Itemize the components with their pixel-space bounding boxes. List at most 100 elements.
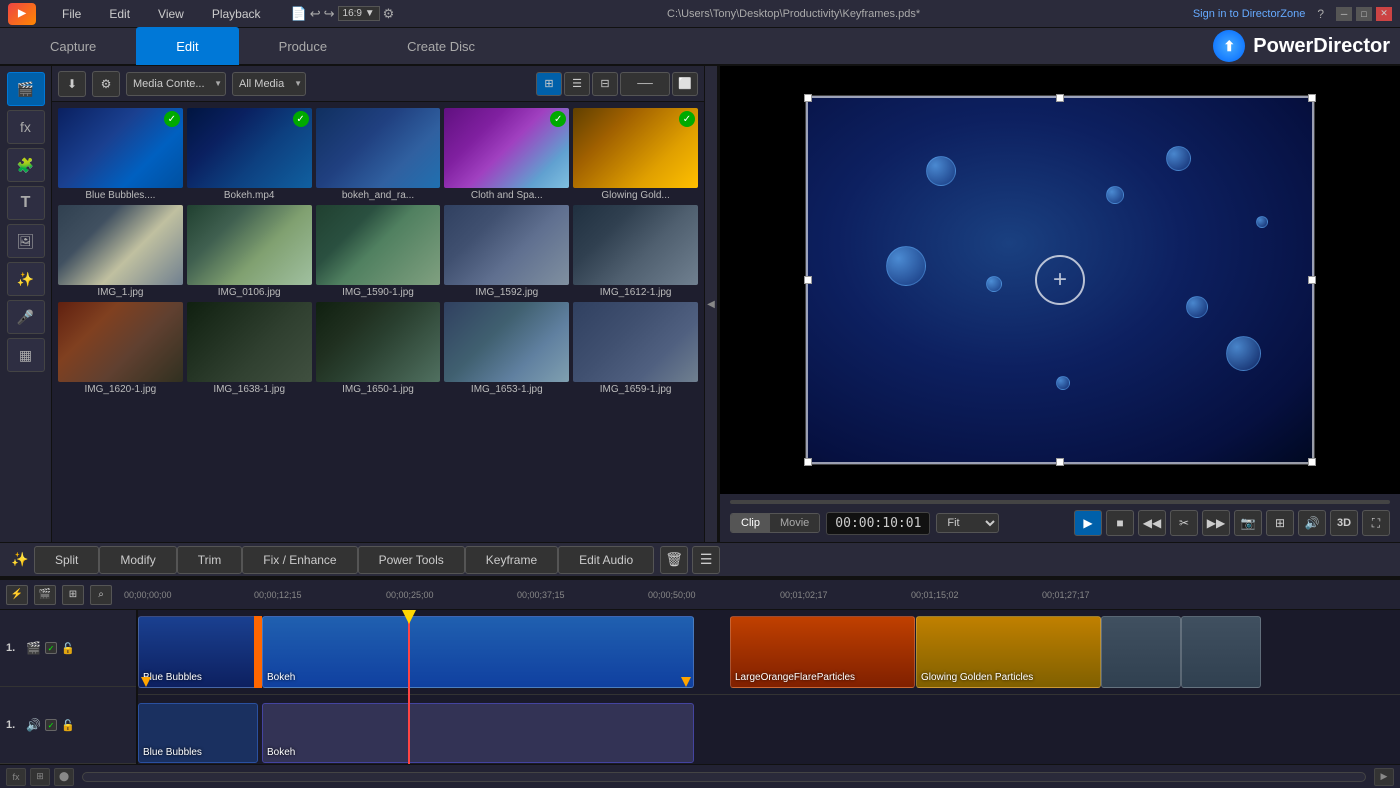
menu-playback[interactable]: Playback bbox=[206, 5, 267, 23]
crop-handle-bl[interactable] bbox=[804, 458, 812, 466]
prev-frame-button[interactable]: ◀◀ bbox=[1138, 510, 1166, 536]
crop-handle-mr[interactable] bbox=[1308, 276, 1316, 284]
filter-dropdown[interactable]: All Media bbox=[232, 72, 306, 96]
modify-button[interactable]: Modify bbox=[99, 546, 176, 574]
media-item-11[interactable]: IMG_1638-1.jpg bbox=[187, 302, 312, 395]
settings-icon[interactable]: ⚙ bbox=[383, 6, 395, 22]
clip-bokeh-right-marker[interactable] bbox=[681, 677, 691, 687]
track-1-lock-icon[interactable]: 🔓 bbox=[61, 642, 75, 655]
slideshow-room-button[interactable]: ▦ bbox=[7, 338, 45, 372]
media-item-5[interactable]: IMG_1.jpg bbox=[58, 205, 183, 298]
media-item-10[interactable]: IMG_1620-1.jpg bbox=[58, 302, 183, 395]
timeline-add-track-button[interactable]: ⊞ bbox=[30, 768, 50, 786]
preview-progress-bar[interactable] bbox=[730, 500, 1390, 504]
undo-icon[interactable]: ↩ bbox=[310, 6, 321, 22]
crop-handle-bm[interactable] bbox=[1056, 458, 1064, 466]
delete-button[interactable]: 🗑 bbox=[660, 546, 688, 574]
import-media-button[interactable]: ⬇ bbox=[58, 71, 86, 97]
crop-handle-tm[interactable] bbox=[1056, 94, 1064, 102]
stop-button[interactable]: ■ bbox=[1106, 510, 1134, 536]
audio-track-1-lock-icon[interactable]: 🔓 bbox=[61, 719, 75, 732]
timeline-tracks[interactable]: Blue Bubbles Bokeh LargeOrangeFlareParti… bbox=[138, 610, 1400, 764]
timeline-view-icon[interactable]: 🎬 bbox=[34, 585, 56, 605]
minimize-button[interactable]: ─ bbox=[1336, 7, 1352, 21]
crop-handle-ml[interactable] bbox=[804, 276, 812, 284]
media-item-1[interactable]: ✓ Bokeh.mp4 bbox=[187, 108, 312, 201]
play-button[interactable]: ▶ bbox=[1074, 510, 1102, 536]
power-tools-button[interactable]: Power Tools bbox=[358, 546, 465, 574]
new-project-icon[interactable]: 📄 bbox=[291, 6, 307, 22]
tab-produce[interactable]: Produce bbox=[239, 27, 367, 65]
particle-room-button[interactable]: ✨ bbox=[7, 262, 45, 296]
title-room-button[interactable]: T bbox=[7, 186, 45, 220]
fit-select[interactable]: Fit 100% 75% 50% bbox=[936, 513, 999, 533]
transitions-room-button[interactable]: 🧩 bbox=[7, 148, 45, 182]
timeline-snap-icon[interactable]: ⊞ bbox=[62, 585, 84, 605]
audio-track-1-visible-checkbox[interactable]: ✓ bbox=[45, 719, 57, 731]
menu-file[interactable]: File bbox=[56, 5, 87, 23]
split-button[interactable]: Split bbox=[34, 546, 99, 574]
grid-view-button[interactable]: ⊞ bbox=[536, 72, 562, 96]
timeline-scrollbar-track[interactable] bbox=[82, 772, 1366, 782]
media-item-4[interactable]: ✓ Glowing Gold... bbox=[573, 108, 698, 201]
snapshot-button[interactable]: 📷 bbox=[1234, 510, 1262, 536]
tab-capture[interactable]: Capture bbox=[10, 27, 136, 65]
crop-center-handle[interactable]: + bbox=[1035, 255, 1085, 305]
media-item-13[interactable]: IMG_1653-1.jpg bbox=[444, 302, 569, 395]
output-button[interactable]: ⊞ bbox=[1266, 510, 1294, 536]
menu-view[interactable]: View bbox=[152, 5, 190, 23]
media-item-9[interactable]: IMG_1612-1.jpg bbox=[573, 205, 698, 298]
media-item-0[interactable]: ✓ Blue Bubbles.... bbox=[58, 108, 183, 201]
media-room-button[interactable]: 🎬 bbox=[7, 72, 45, 106]
trim-button[interactable]: Trim bbox=[177, 546, 243, 574]
list-view-toggle-button[interactable]: ☰ bbox=[692, 546, 720, 574]
track-1-visible-checkbox[interactable]: ✓ bbox=[45, 642, 57, 654]
redo-icon[interactable]: ↪ bbox=[324, 6, 335, 22]
media-item-6[interactable]: IMG_0106.jpg bbox=[187, 205, 312, 298]
tab-create-disc[interactable]: Create Disc bbox=[367, 27, 515, 65]
3d-button[interactable]: 3D bbox=[1330, 510, 1358, 536]
crop-handle-tl[interactable] bbox=[804, 94, 812, 102]
timeline-scroll-right-button[interactable]: ▶ bbox=[1374, 768, 1394, 786]
aspect-ratio-dropdown[interactable]: 16:9 ▼ bbox=[338, 6, 380, 21]
audio-clip-blue-bubbles[interactable]: Blue Bubbles bbox=[138, 703, 258, 763]
media-item-2[interactable]: bokeh_and_ra... bbox=[316, 108, 441, 201]
timeline-zoom-icon[interactable]: ⌕ bbox=[90, 585, 112, 605]
clip-golden-particles[interactable]: Glowing Golden Particles bbox=[916, 616, 1101, 688]
media-item-8[interactable]: IMG_1592.jpg bbox=[444, 205, 569, 298]
restore-button[interactable]: □ bbox=[1356, 7, 1372, 21]
transition-1[interactable] bbox=[254, 616, 262, 688]
clip-blue-bubbles[interactable]: Blue Bubbles bbox=[138, 616, 258, 688]
list-view-button[interactable]: ☰ bbox=[564, 72, 590, 96]
audio-clip-bokeh[interactable]: Bokeh bbox=[262, 703, 694, 763]
media-item-14[interactable]: IMG_1659-1.jpg bbox=[573, 302, 698, 395]
help-icon[interactable]: ? bbox=[1317, 7, 1324, 21]
crop-handle-tr[interactable] bbox=[1308, 94, 1316, 102]
media-options-button[interactable]: ⚙ bbox=[92, 71, 120, 97]
edit-audio-button[interactable]: Edit Audio bbox=[558, 546, 654, 574]
sign-in-link[interactable]: Sign in to DirectorZone bbox=[1193, 8, 1306, 20]
clip-penguins-2[interactable] bbox=[1181, 616, 1261, 688]
clip-button[interactable]: Clip bbox=[731, 514, 770, 532]
clip-penguins-1[interactable] bbox=[1101, 616, 1181, 688]
next-frame-button[interactable]: ▶▶ bbox=[1202, 510, 1230, 536]
clip-orange-flare[interactable]: LargeOrangeFlareParticles bbox=[730, 616, 915, 688]
menu-edit[interactable]: Edit bbox=[103, 5, 136, 23]
movie-button[interactable]: Movie bbox=[770, 514, 819, 532]
tab-edit[interactable]: Edit bbox=[136, 27, 238, 65]
effects-room-button[interactable]: fx bbox=[7, 110, 45, 144]
media-item-12[interactable]: IMG_1650-1.jpg bbox=[316, 302, 441, 395]
media-item-7[interactable]: IMG_1590-1.jpg bbox=[316, 205, 441, 298]
keyframe-button[interactable]: Keyframe bbox=[465, 546, 558, 574]
fix-enhance-button[interactable]: Fix / Enhance bbox=[242, 546, 357, 574]
crop-handle-br[interactable] bbox=[1308, 458, 1316, 466]
timeline-marker-button[interactable]: ⬤ bbox=[54, 768, 74, 786]
volume-button[interactable]: 🔊 bbox=[1298, 510, 1326, 536]
timeline-zoom-out-button[interactable]: fx bbox=[6, 768, 26, 786]
size-slider[interactable]: ── bbox=[620, 72, 670, 96]
fullscreen-button[interactable]: ⛶ bbox=[1362, 510, 1390, 536]
audio-room-button[interactable]: 🎤 bbox=[7, 300, 45, 334]
collapse-panel-button[interactable]: ◀ bbox=[704, 66, 718, 542]
slider-view-button[interactable]: ⊟ bbox=[592, 72, 618, 96]
magic-tool-button[interactable]: ✨ bbox=[6, 545, 34, 575]
